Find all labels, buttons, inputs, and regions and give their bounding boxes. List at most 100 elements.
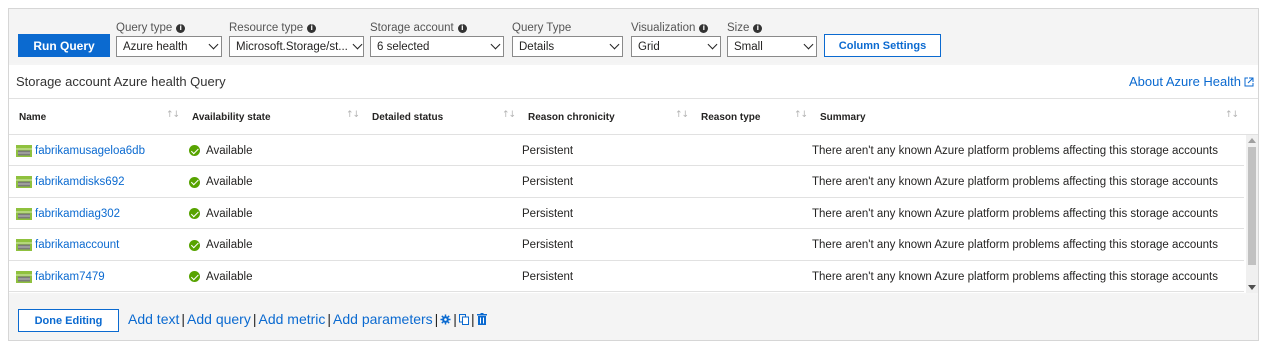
done-editing-button[interactable]: Done Editing bbox=[18, 309, 119, 332]
storage-account-label: Storage account bbox=[370, 22, 454, 34]
cell-summary: There aren't any known Azure platform pr… bbox=[812, 207, 1218, 220]
sort-icon[interactable]: ↑↓ bbox=[166, 110, 180, 120]
parameters-toolbar: Run Query Query type i Azure health Resou… bbox=[9, 9, 1258, 63]
results-grid: Name ↑↓ Availability state ↑↓ Detailed s… bbox=[9, 98, 1258, 293]
visualization-dropdown[interactable]: Grid bbox=[631, 36, 721, 57]
grid-header: Name ↑↓ Availability state ↑↓ Detailed s… bbox=[9, 98, 1258, 135]
copy-icon[interactable] bbox=[458, 313, 469, 325]
storage-account-dropdown[interactable]: 6 selected bbox=[370, 36, 504, 57]
scroll-thumb[interactable] bbox=[1248, 147, 1256, 265]
scroll-up-arrow[interactable] bbox=[1248, 138, 1256, 143]
add-metric-link[interactable]: Add metric bbox=[258, 311, 325, 327]
checkmark-circle-icon bbox=[189, 271, 200, 282]
external-link-icon bbox=[1244, 77, 1254, 86]
column-header-reason-type[interactable]: Reason type bbox=[701, 99, 760, 135]
table-row[interactable]: fabrikam7479 Available Persistent There … bbox=[9, 261, 1244, 292]
column-settings-button[interactable]: Column Settings bbox=[824, 34, 941, 57]
cell-summary: There aren't any known Azure platform pr… bbox=[812, 144, 1218, 157]
size-param: Size i Small bbox=[727, 21, 817, 57]
column-header-detailed-status[interactable]: Detailed status bbox=[372, 99, 443, 135]
size-dropdown[interactable]: Small bbox=[727, 36, 817, 57]
storage-account-param: Storage account i 6 selected bbox=[370, 21, 504, 57]
resource-link[interactable]: fabrikamdisks692 bbox=[35, 176, 124, 188]
query-panel: Storage account Azure health Query About… bbox=[9, 65, 1258, 293]
cell-reason-chronicity: Persistent bbox=[522, 176, 574, 188]
query-type-details-label: Query Type bbox=[512, 22, 572, 34]
column-header-reason-chronicity[interactable]: Reason chronicity bbox=[528, 99, 615, 135]
checkmark-circle-icon bbox=[189, 208, 200, 219]
resource-type-dropdown[interactable]: Microsoft.Storage/st... bbox=[229, 36, 364, 57]
info-icon[interactable]: i bbox=[307, 23, 317, 33]
add-actions: Add text | Add query | Add metric | Add … bbox=[128, 311, 487, 327]
size-label: Size bbox=[727, 22, 750, 34]
add-query-link[interactable]: Add query bbox=[187, 311, 251, 327]
chevron-down-icon bbox=[803, 39, 814, 50]
resource-link[interactable]: fabrikam7479 bbox=[35, 271, 105, 283]
query-type-dropdown[interactable]: Azure health bbox=[116, 36, 222, 57]
cell-name: fabrikamdiag302 bbox=[16, 198, 120, 229]
checkmark-circle-icon bbox=[189, 176, 200, 188]
column-header-name[interactable]: Name bbox=[19, 99, 46, 135]
storage-account-icon bbox=[16, 270, 32, 283]
sort-icon[interactable]: ↑↓ bbox=[794, 110, 808, 120]
cell-summary: There aren't any known Azure platform pr… bbox=[812, 270, 1218, 283]
delete-icon[interactable] bbox=[476, 313, 487, 325]
cell-summary: There aren't any known Azure platform pr… bbox=[812, 239, 1218, 251]
resource-type-label: Resource type bbox=[229, 22, 304, 34]
sort-icon[interactable]: ↑↓ bbox=[502, 110, 516, 120]
table-row[interactable]: fabrikamdisks692 Available Persistent Th… bbox=[9, 167, 1244, 198]
resource-type-param: Resource type i Microsoft.Storage/st... bbox=[229, 21, 364, 57]
info-icon[interactable]: i bbox=[176, 23, 186, 33]
sort-icon[interactable]: ↑↓ bbox=[346, 110, 360, 120]
storage-account-icon bbox=[16, 239, 32, 251]
cell-availability: Available bbox=[189, 135, 252, 166]
chevron-down-icon bbox=[609, 39, 620, 50]
workbook-step: Run Query Query type i Azure health Resou… bbox=[8, 8, 1259, 341]
cell-name: fabrikamdisks692 bbox=[16, 167, 124, 198]
resource-link[interactable]: fabrikamusageloa6db bbox=[35, 145, 145, 157]
column-header-summary[interactable]: Summary bbox=[820, 99, 866, 135]
resource-link[interactable]: fabrikamaccount bbox=[35, 239, 119, 251]
table-row[interactable]: fabrikamdiag302 Available Persistent The… bbox=[9, 198, 1244, 229]
sort-icon[interactable]: ↑↓ bbox=[675, 110, 689, 120]
column-header-availability[interactable]: Availability state bbox=[192, 99, 271, 135]
cell-name: fabrikamusageloa6db bbox=[16, 135, 145, 166]
cell-name: fabrikam7479 bbox=[16, 261, 105, 292]
scroll-down-arrow[interactable] bbox=[1248, 285, 1256, 290]
cell-reason-chronicity: Persistent bbox=[522, 144, 574, 157]
add-parameters-link[interactable]: Add parameters bbox=[333, 311, 433, 327]
storage-account-icon bbox=[16, 207, 32, 220]
table-row[interactable]: fabrikamaccount Available Persistent The… bbox=[9, 230, 1244, 261]
cell-availability: Available bbox=[189, 230, 252, 261]
query-type-param: Query type i Azure health bbox=[116, 21, 222, 57]
run-query-button[interactable]: Run Query bbox=[18, 34, 110, 57]
table-row[interactable]: fabrikamusageloa6db Available Persistent… bbox=[9, 135, 1244, 166]
info-icon[interactable]: i bbox=[753, 23, 763, 33]
settings-icon[interactable] bbox=[440, 313, 451, 325]
storage-account-icon bbox=[16, 176, 32, 188]
cell-availability: Available bbox=[189, 198, 252, 229]
visualization-param: Visualization i Grid bbox=[631, 21, 721, 57]
query-type-label: Query type bbox=[116, 22, 173, 34]
chevron-down-icon bbox=[352, 39, 363, 50]
sort-icon[interactable]: ↑↓ bbox=[1225, 110, 1239, 120]
edit-footer: Done Editing Add text | Add query | Add … bbox=[9, 295, 1258, 340]
cell-availability: Available bbox=[189, 261, 252, 292]
cell-summary: There aren't any known Azure platform pr… bbox=[812, 176, 1218, 188]
chevron-down-icon bbox=[707, 39, 718, 50]
visualization-label: Visualization bbox=[631, 22, 696, 34]
add-text-link[interactable]: Add text bbox=[128, 311, 179, 327]
chevron-down-icon bbox=[490, 39, 501, 50]
cell-reason-chronicity: Persistent bbox=[522, 239, 574, 251]
cell-reason-chronicity: Persistent bbox=[522, 207, 574, 220]
resource-link[interactable]: fabrikamdiag302 bbox=[35, 208, 120, 220]
chevron-down-icon bbox=[208, 39, 219, 50]
grid-scrollbar[interactable] bbox=[1246, 135, 1258, 293]
about-azure-health-link[interactable]: About Azure Health bbox=[1129, 74, 1254, 89]
info-icon[interactable]: i bbox=[457, 23, 467, 33]
checkmark-circle-icon bbox=[189, 145, 200, 156]
cell-reason-chronicity: Persistent bbox=[522, 270, 574, 283]
query-type-details-dropdown[interactable]: Details bbox=[512, 36, 623, 57]
storage-account-icon bbox=[16, 144, 32, 157]
info-icon[interactable]: i bbox=[699, 23, 709, 33]
